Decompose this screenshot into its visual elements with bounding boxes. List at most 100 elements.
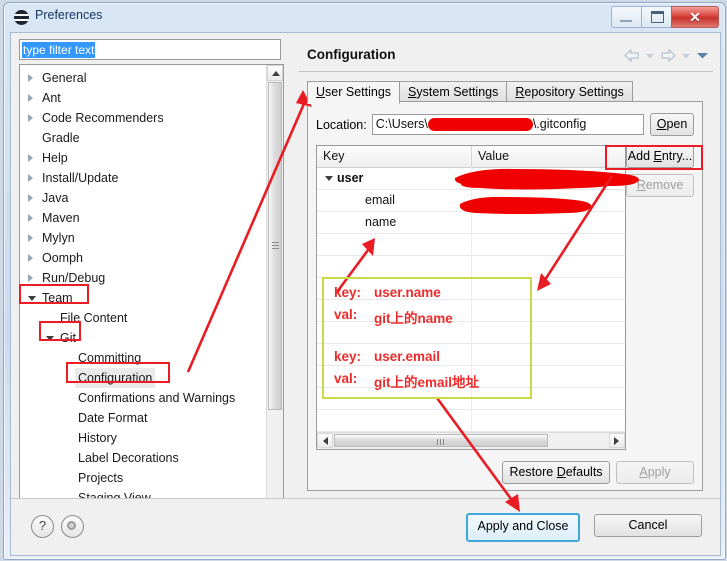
- sidebar-item-mylyn[interactable]: Mylyn: [20, 228, 267, 248]
- scroll-up-button[interactable]: [267, 65, 283, 81]
- table-cell-key: email: [317, 189, 472, 211]
- sidebar-item-confirmations-and-warnings[interactable]: Confirmations and Warnings: [20, 388, 267, 408]
- location-input[interactable]: C:\Users\ \.gitconfig: [371, 114, 644, 135]
- collapse-triangle-icon[interactable]: [28, 296, 36, 301]
- table-row[interactable]: [317, 277, 625, 300]
- remove-label: emove: [645, 178, 684, 192]
- add-entry-label-post: ntry...: [661, 149, 693, 163]
- open-button[interactable]: Open: [650, 113, 694, 136]
- restore-defaults-button[interactable]: Restore Defaults: [502, 461, 610, 484]
- sidebar-item-git[interactable]: Git: [20, 328, 267, 348]
- sidebar-item-label: Projects: [78, 471, 124, 485]
- sidebar-item-committing[interactable]: Committing: [20, 348, 267, 368]
- back-arrow-icon[interactable]: [624, 49, 640, 62]
- help-button[interactable]: ?: [31, 515, 54, 538]
- table-row[interactable]: [317, 343, 625, 366]
- sidebar-item-maven[interactable]: Maven: [20, 208, 267, 228]
- sidebar-item-install-update[interactable]: Install/Update: [20, 168, 267, 188]
- table-row[interactable]: user: [317, 167, 625, 190]
- table-row[interactable]: [317, 409, 625, 432]
- chevron-up-icon: [272, 71, 280, 76]
- forward-arrow-icon[interactable]: [660, 49, 676, 62]
- scrollbar-thumb[interactable]: [268, 82, 282, 410]
- close-button[interactable]: ✕: [671, 6, 719, 28]
- table-row[interactable]: name: [317, 211, 625, 234]
- tab-user-settings[interactable]: User Settings: [307, 81, 401, 104]
- expand-triangle-icon[interactable]: [28, 74, 33, 82]
- sidebar-item-java[interactable]: Java: [20, 188, 267, 208]
- h-scrollbar-thumb[interactable]: [334, 434, 548, 447]
- expand-triangle-icon[interactable]: [28, 254, 33, 262]
- view-menu-chevron-down-icon[interactable]: [696, 51, 709, 60]
- scroll-right-button[interactable]: [609, 433, 625, 448]
- window-titlebar: Preferences ✕: [4, 3, 725, 31]
- sidebar-item-file-content[interactable]: File Content: [20, 308, 267, 328]
- location-suffix: \.gitconfig: [532, 117, 587, 131]
- sidebar-item-help[interactable]: Help: [20, 148, 267, 168]
- column-header-value[interactable]: Value: [472, 146, 625, 167]
- maximize-icon: [651, 11, 664, 23]
- minimize-button[interactable]: [611, 6, 642, 28]
- table-cell-key: [317, 255, 472, 277]
- column-header-key[interactable]: Key: [317, 146, 472, 167]
- expand-triangle-icon[interactable]: [28, 274, 33, 282]
- sidebar-item-label: Ant: [42, 91, 61, 105]
- table-row[interactable]: [317, 321, 625, 344]
- table-cell-key-label: user: [337, 171, 364, 185]
- table-cell-key: name: [317, 211, 472, 233]
- sidebar-item-label: Confirmations and Warnings: [78, 391, 236, 405]
- table-cell-value: [472, 387, 625, 409]
- expand-triangle-icon[interactable]: [28, 114, 33, 122]
- collapse-triangle-icon[interactable]: [325, 176, 333, 181]
- search-input[interactable]: type filter text: [19, 39, 281, 60]
- table-h-scrollbar[interactable]: [317, 432, 625, 449]
- sidebar-item-general[interactable]: General: [20, 68, 267, 88]
- table-row[interactable]: [317, 233, 625, 256]
- expand-triangle-icon[interactable]: [28, 94, 33, 102]
- sidebar-item-team[interactable]: Team: [20, 288, 267, 308]
- sidebar-item-gradle[interactable]: Gradle: [20, 128, 267, 148]
- back-menu-chevron-down-icon[interactable]: [645, 52, 655, 60]
- sidebar-item-configuration[interactable]: Configuration: [20, 368, 267, 388]
- cancel-button[interactable]: Cancel: [594, 514, 702, 537]
- record-dot-button[interactable]: [61, 515, 84, 538]
- sidebar-item-run-debug[interactable]: Run/Debug: [20, 268, 267, 288]
- table-row[interactable]: [317, 365, 625, 388]
- sidebar-item-code-recommenders[interactable]: Code Recommenders: [20, 108, 267, 128]
- table-cell-value: [472, 343, 625, 365]
- expand-triangle-icon[interactable]: [28, 234, 33, 242]
- collapse-triangle-icon[interactable]: [46, 336, 54, 341]
- remove-button[interactable]: Remove: [626, 174, 694, 197]
- preferences-window: Preferences ✕ type filter text General An…: [3, 2, 726, 560]
- sidebar-item-label: Team: [42, 291, 73, 305]
- sidebar-item-date-format[interactable]: Date Format: [20, 408, 267, 428]
- window-controls: ✕: [611, 6, 719, 28]
- tree-scrollbar[interactable]: [266, 65, 283, 527]
- table-row[interactable]: email: [317, 189, 625, 212]
- sidebar-item-oomph[interactable]: Oomph: [20, 248, 267, 268]
- config-table[interactable]: Key Value user email name: [316, 145, 626, 450]
- table-row[interactable]: [317, 299, 625, 322]
- table-cell-value: [472, 211, 625, 233]
- sidebar-item-projects[interactable]: Projects: [20, 468, 267, 488]
- sidebar-item-label-decorations[interactable]: Label Decorations: [20, 448, 267, 468]
- chevron-left-icon: [323, 437, 328, 445]
- add-entry-button[interactable]: Add Entry...: [626, 145, 694, 168]
- table-row[interactable]: [317, 255, 625, 278]
- expand-triangle-icon[interactable]: [28, 154, 33, 162]
- sidebar-item-label: General: [42, 71, 87, 85]
- restore-label-post: efaults: [565, 465, 603, 479]
- expand-triangle-icon[interactable]: [28, 214, 33, 222]
- forward-menu-chevron-down-icon[interactable]: [681, 52, 691, 60]
- maximize-button[interactable]: [641, 6, 672, 28]
- expand-triangle-icon[interactable]: [28, 174, 33, 182]
- sidebar-item-label: Committing: [78, 351, 142, 365]
- table-row[interactable]: [317, 387, 625, 410]
- apply-button[interactable]: Apply: [616, 461, 694, 484]
- sidebar-item-ant[interactable]: Ant: [20, 88, 267, 108]
- expand-triangle-icon[interactable]: [28, 194, 33, 202]
- sidebar-item-history[interactable]: History: [20, 428, 267, 448]
- apply-and-close-button[interactable]: Apply and Close: [466, 513, 580, 542]
- preferences-tree[interactable]: General Ant Code Recommenders Gradle Help Ins…: [19, 64, 284, 528]
- scroll-left-button[interactable]: [317, 433, 333, 448]
